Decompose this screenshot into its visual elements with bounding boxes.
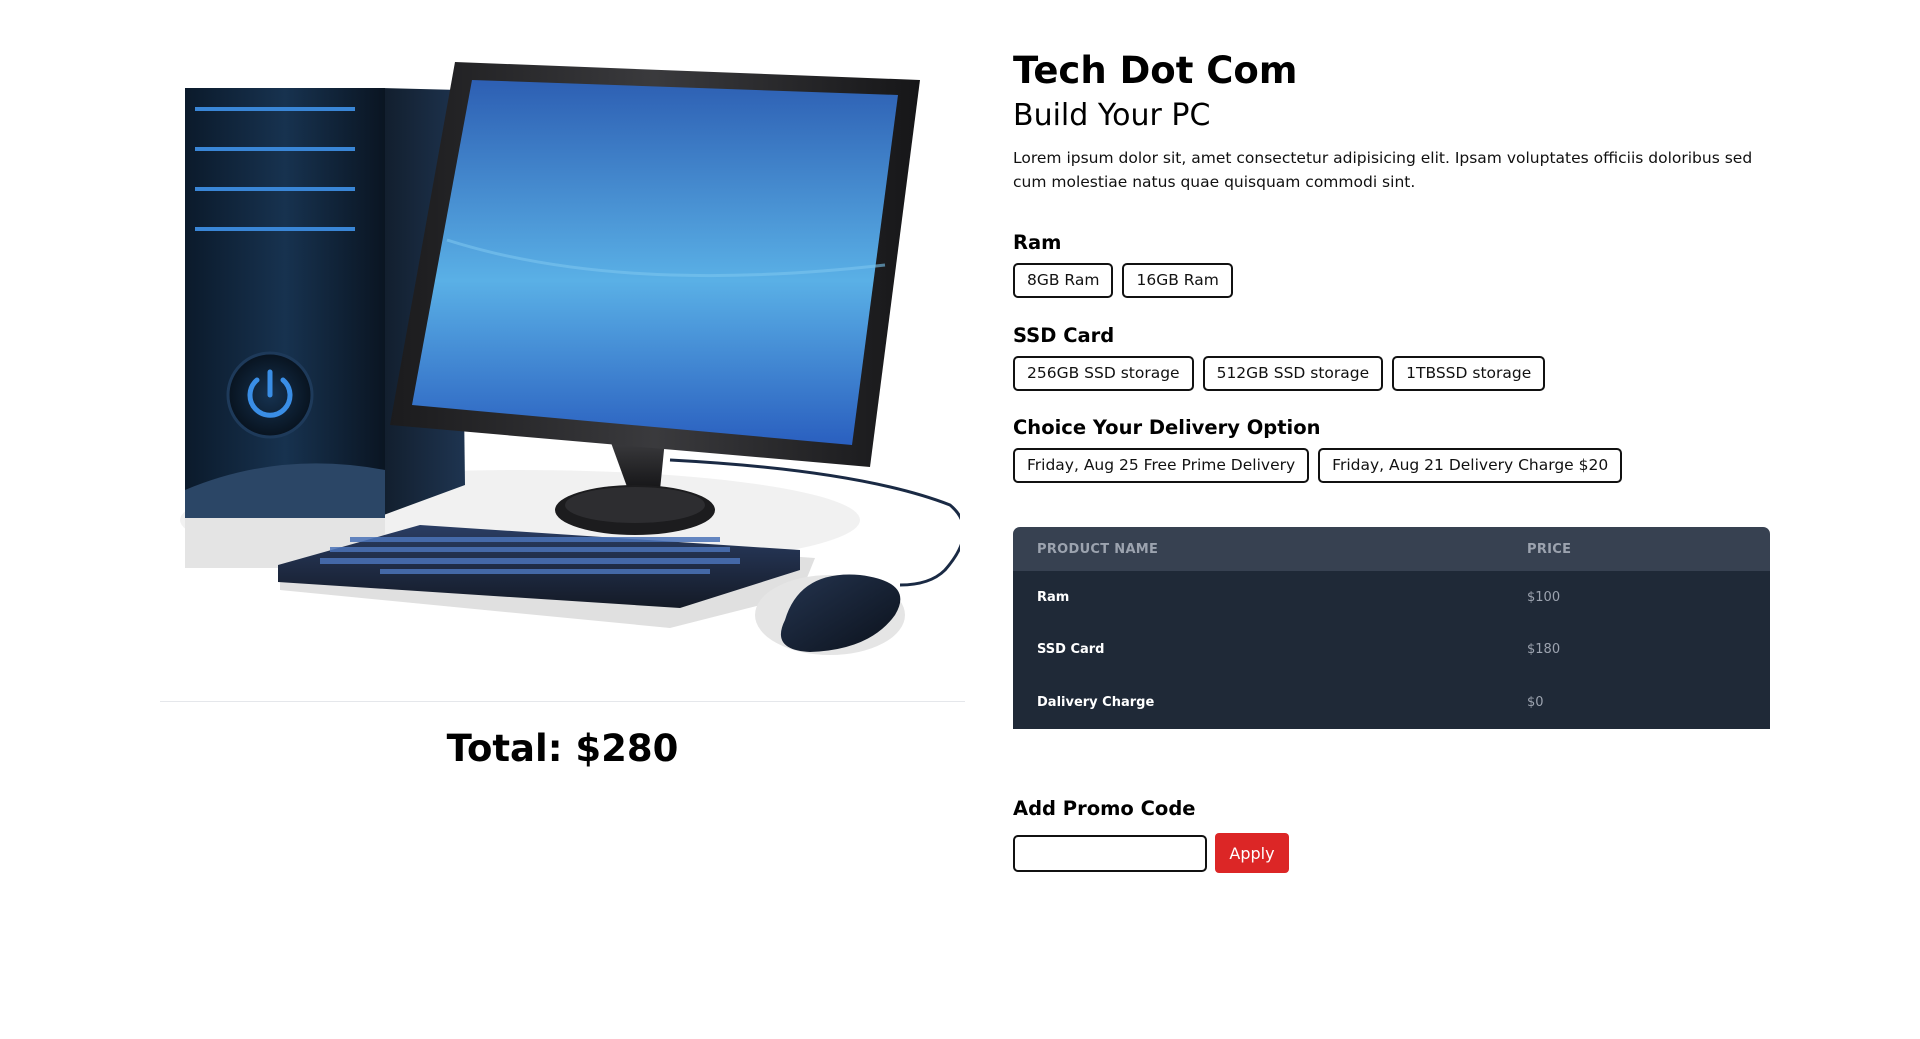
table-row: Ram $100 [1013, 571, 1770, 624]
ssd-option-group: SSD Card 256GB SSD storage 512GB SSD sto… [1013, 323, 1546, 391]
ram-label: Ram [1013, 231, 1062, 254]
ram-option-group: Ram 8GB Ram 16GB Ram [1013, 230, 1233, 298]
power-icon [226, 351, 314, 439]
mouse [755, 574, 905, 655]
row-price: $100 [1503, 571, 1770, 624]
row-product-name: Ram [1013, 571, 1503, 624]
table-row: Dalivery Charge $0 [1013, 676, 1770, 729]
total-price: Total: $280 [446, 727, 679, 770]
price-summary-table: PRODUCT NAME PRICE Ram $100 SSD Card $18… [1013, 527, 1770, 729]
promo-code-input[interactable] [1013, 835, 1207, 872]
table-row: SSD Card $180 [1013, 623, 1770, 676]
product-image [180, 62, 960, 655]
delivery-free-button[interactable]: Friday, Aug 25 Free Prime Delivery [1013, 448, 1310, 483]
ram-16gb-button[interactable]: 16GB Ram [1122, 263, 1233, 298]
page-subtitle: Build Your PC [1013, 98, 1211, 133]
product-description: Lorem ipsum dolor sit, amet consectetur … [1013, 149, 1753, 191]
ram-8gb-button[interactable]: 8GB Ram [1013, 263, 1114, 298]
column-header-price: PRICE [1503, 527, 1770, 571]
apply-promo-button[interactable]: Apply [1215, 833, 1289, 873]
tower [185, 88, 385, 518]
store-title: Tech Dot Com [1013, 49, 1298, 92]
promo-code-label: Add Promo Code [1013, 797, 1196, 820]
delivery-option-group: Choice Your Delivery Option Friday, Aug … [1013, 415, 1623, 483]
row-price: $180 [1503, 623, 1770, 676]
product-info: Tech Dot Com Build Your PC Lorem ipsum d… [1013, 46, 1773, 194]
ssd-label: SSD Card [1013, 324, 1115, 347]
column-header-product: PRODUCT NAME [1013, 527, 1503, 571]
ssd-512gb-button[interactable]: 512GB SSD storage [1202, 356, 1384, 391]
monitor-screen [412, 80, 898, 445]
image-divider [160, 701, 965, 702]
delivery-charge-button[interactable]: Friday, Aug 21 Delivery Charge $20 [1318, 448, 1623, 483]
row-product-name: SSD Card [1013, 623, 1503, 676]
ssd-256gb-button[interactable]: 256GB SSD storage [1013, 356, 1194, 391]
delivery-label: Choice Your Delivery Option [1013, 416, 1321, 439]
table-header-row: PRODUCT NAME PRICE [1013, 527, 1770, 571]
ssd-1tb-button[interactable]: 1TBSSD storage [1392, 356, 1546, 391]
row-product-name: Dalivery Charge [1013, 676, 1503, 729]
row-price: $0 [1503, 676, 1770, 729]
